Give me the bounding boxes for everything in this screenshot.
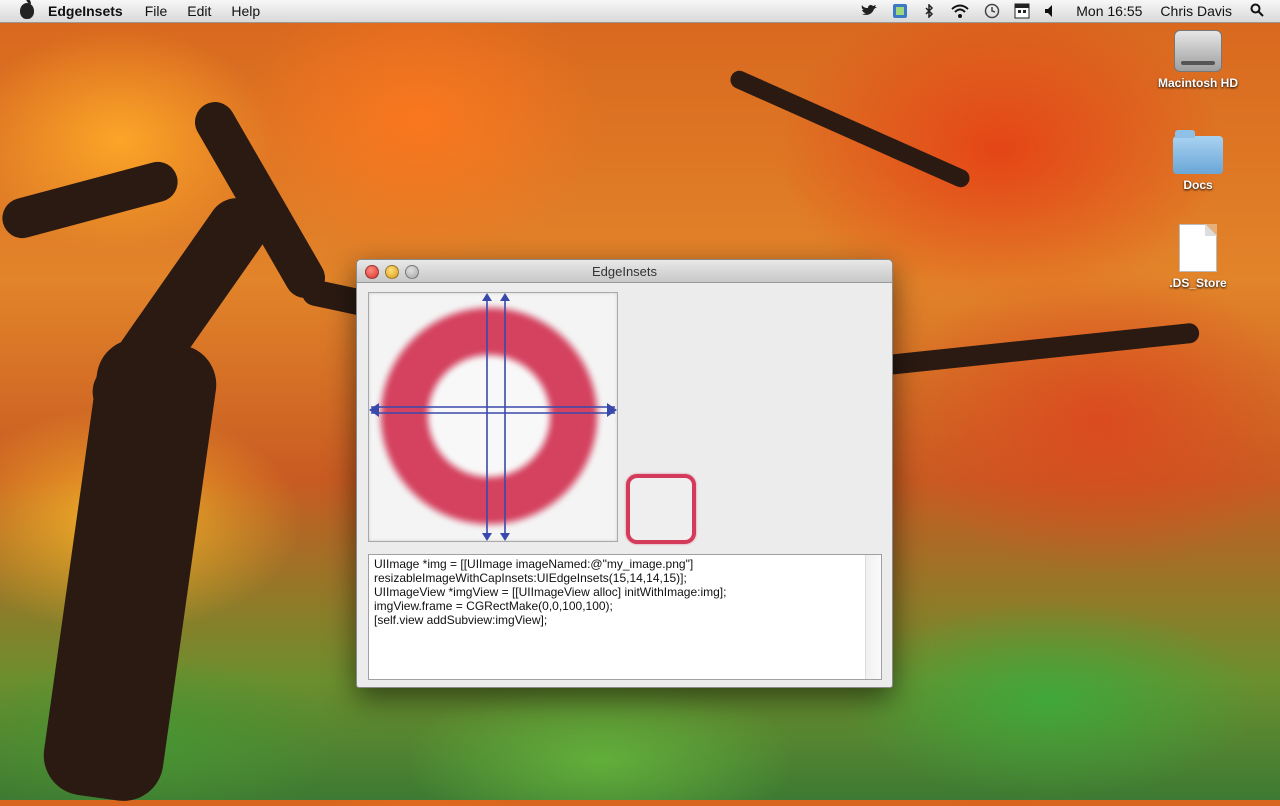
document-icon [1179, 224, 1217, 272]
menu-help[interactable]: Help [231, 3, 260, 19]
menu-file[interactable]: File [145, 3, 168, 19]
code-line: resizableImageWithCapInsets:UIEdgeInsets… [374, 571, 687, 585]
code-text: UIImage *img = [[UIImage imageNamed:@"my… [374, 557, 864, 627]
desktop-icon-label: .DS_Store [1169, 276, 1227, 290]
arrow-left-icon [369, 403, 379, 417]
menu-bar: EdgeInsets File Edit Help Mon 16:55 Chri… [0, 0, 1280, 23]
volume-icon[interactable] [1044, 4, 1058, 18]
wifi-icon[interactable] [950, 4, 970, 18]
status-area: Mon 16:55 Chris Davis [846, 3, 1280, 20]
wallpaper-tree-branch [727, 67, 973, 191]
desktop-icon-label: Macintosh HD [1157, 76, 1238, 90]
window-titlebar[interactable]: EdgeInsets [357, 260, 892, 283]
hard-drive-icon [1174, 30, 1222, 72]
calendar-icon[interactable] [1014, 3, 1030, 19]
desktop-icon-ds-store[interactable]: .DS_Store [1150, 224, 1246, 290]
arrow-down-icon [482, 533, 492, 541]
arrow-right-icon [607, 403, 617, 417]
desktop-icon-macintosh-hd[interactable]: Macintosh HD [1150, 30, 1246, 90]
code-line: [self.view addSubview:imgView]; [374, 613, 548, 627]
arrow-up-icon [482, 293, 492, 301]
dropbox-icon[interactable] [892, 3, 908, 19]
desktop-icon-label: Docs [1183, 178, 1213, 192]
twitter-icon[interactable] [860, 4, 878, 18]
code-line: imgView.frame = CGRectMake(0,0,100,100); [374, 599, 613, 613]
resized-image-preview [626, 474, 696, 544]
desktop-icon-docs[interactable]: Docs [1150, 130, 1246, 192]
edgeinsets-window: EdgeInsets UIImage *img = [[UIImage imag… [356, 259, 893, 688]
time-machine-icon[interactable] [984, 3, 1000, 19]
source-image-well[interactable] [368, 292, 618, 542]
user-menu[interactable]: Chris Davis [1160, 3, 1232, 19]
code-line: UIImage *img = [[UIImage imageNamed:@"my… [374, 557, 694, 571]
window-title: EdgeInsets [591, 264, 658, 279]
cap-insets-overlay [369, 293, 617, 541]
wallpaper-tree-branch [0, 157, 183, 243]
arrow-down-icon [500, 533, 510, 541]
code-text-view[interactable]: UIImage *img = [[UIImage imageNamed:@"my… [368, 554, 882, 680]
menu-clock[interactable]: Mon 16:55 [1076, 3, 1142, 19]
apple-menu-icon[interactable] [20, 0, 34, 19]
arrow-up-icon [500, 293, 510, 301]
wallpaper-tree-branch [859, 322, 1201, 378]
folder-icon [1173, 130, 1223, 174]
app-menu[interactable]: EdgeInsets [48, 3, 123, 19]
code-line: UIImageView *imgView = [[UIImageView all… [374, 585, 727, 599]
spotlight-icon[interactable] [1250, 3, 1264, 20]
vertical-scrollbar[interactable] [865, 555, 881, 679]
bluetooth-icon[interactable] [922, 4, 936, 18]
menu-edit[interactable]: Edit [187, 3, 211, 19]
